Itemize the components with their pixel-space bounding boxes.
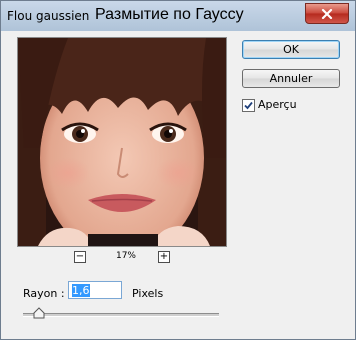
zoom-level: 17% [115, 251, 136, 261]
zoom-controls: − 17% + [74, 251, 174, 265]
slider-thumb-icon[interactable] [33, 307, 45, 319]
checkmark-icon [244, 101, 253, 110]
close-button[interactable] [305, 3, 349, 24]
zoom-in-button[interactable]: + [158, 251, 170, 263]
preview-checkbox-label: Aperçu [258, 98, 297, 111]
ok-button[interactable]: OK [242, 40, 340, 59]
radius-value: 1,6 [72, 284, 90, 297]
dialog-body: − 17% + OK Annuler Aperçu Rayon : 1,6 Pi… [8, 31, 348, 331]
cancel-button[interactable]: Annuler [242, 69, 340, 88]
dialog-window: Flou gaussien Размытие по Гауссу − 17% +… [0, 0, 356, 340]
radius-input[interactable]: 1,6 [68, 281, 122, 299]
zoom-out-button[interactable]: − [74, 251, 86, 263]
checkbox-box[interactable] [242, 99, 255, 112]
radius-label: Rayon : [23, 287, 65, 300]
preview-image[interactable] [17, 37, 227, 247]
radius-slider-track[interactable] [23, 313, 219, 317]
radius-unit: Pixels [132, 287, 164, 300]
close-icon [321, 8, 333, 19]
title-bar[interactable]: Flou gaussien Размытие по Гауссу [1, 1, 355, 31]
face-photo [18, 38, 226, 246]
overlay-caption: Размытие по Гауссу [95, 6, 244, 23]
window-title: Flou gaussien [7, 9, 90, 23]
